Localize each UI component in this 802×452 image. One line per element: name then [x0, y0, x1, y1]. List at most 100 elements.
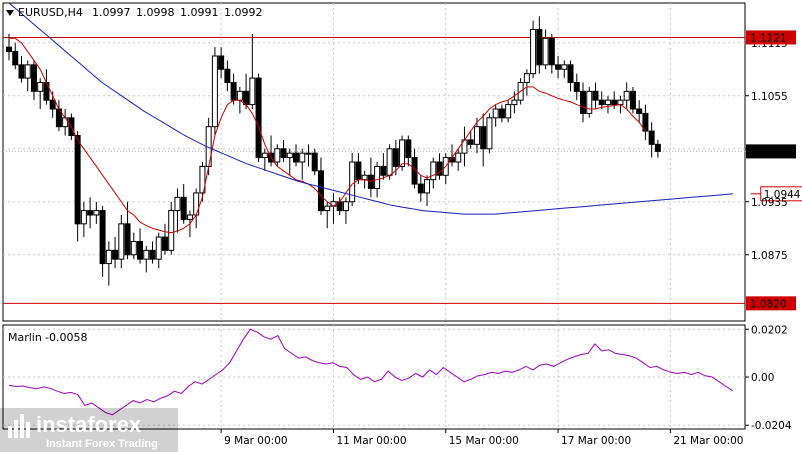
- chart-canvas: 1.0944 1.11151.10551.09951.09351.08751.1…: [0, 0, 802, 452]
- candle-body-bull: [174, 196, 181, 212]
- candle-body-bear: [99, 210, 106, 265]
- candle-body-bear: [218, 55, 225, 70]
- candle-body-bear: [255, 77, 262, 159]
- candle: [629, 86, 636, 114]
- indicator-name: Marlin: [8, 331, 42, 344]
- ohlc-close: 1.0992: [224, 6, 263, 19]
- candle-body-bear: [592, 90, 599, 101]
- candle-body-bull: [374, 165, 381, 190]
- candle-body-bear: [380, 165, 387, 176]
- ohlc-low: 1.0991: [180, 6, 219, 19]
- candle-body-bull: [523, 73, 530, 83]
- candle-body-bear: [629, 90, 636, 110]
- candle-body-bull: [249, 77, 256, 106]
- candle: [586, 86, 593, 118]
- candle-body-bear: [598, 99, 605, 106]
- candle-body-bull: [399, 139, 406, 167]
- candle-body-bull: [274, 148, 281, 163]
- candle: [486, 113, 493, 154]
- candle-body-bull: [386, 148, 393, 176]
- candle-body-bull: [505, 104, 512, 119]
- candle-body-bear: [180, 196, 187, 220]
- candle-body-bull: [430, 161, 437, 181]
- candle-body-bull: [236, 90, 243, 101]
- candle-body-bear: [392, 148, 399, 167]
- candle-body-bear: [6, 46, 12, 53]
- candle-body-bear: [405, 139, 412, 159]
- candle-body-bull: [286, 152, 293, 159]
- candle-body-bull: [211, 55, 218, 128]
- candle-body-bear: [648, 130, 655, 145]
- indicator-tick-label: 0.00: [751, 372, 774, 384]
- candle-body-bull: [604, 99, 611, 106]
- candle-body-bull: [342, 201, 349, 212]
- candle-body-bull: [361, 174, 368, 181]
- time-tick-label: 17 Mar 00:00: [561, 435, 631, 447]
- candle-body-bull: [424, 179, 431, 194]
- candle: [255, 73, 262, 162]
- candle: [530, 20, 537, 79]
- time-tick-label: 21 Mar 00:00: [673, 435, 743, 447]
- candle-body-bear: [12, 51, 19, 66]
- candle-body-bull: [24, 64, 31, 79]
- candle-body-bear: [224, 68, 231, 83]
- watermark-brand: instaforex: [36, 412, 142, 437]
- indicator-value: -0.0058: [45, 331, 87, 344]
- current-price-label: 1.0992: [750, 146, 787, 158]
- indicator-tick-label: 0.0202: [751, 324, 788, 336]
- candle-body-bear: [317, 170, 324, 212]
- candle-body-bull: [193, 192, 200, 216]
- candle-body-bull: [155, 236, 162, 260]
- level-label-lower: 1.0820: [750, 298, 787, 310]
- candle-body-bear: [567, 64, 574, 84]
- candle-body-bear: [243, 90, 250, 106]
- candle-body-bear: [124, 223, 131, 256]
- price-tick-label: 1.1055: [751, 91, 788, 103]
- candle-body-bear: [555, 64, 562, 70]
- candle-body-bull: [455, 152, 462, 163]
- candle-body-bull: [542, 37, 549, 66]
- candle-body-bear: [87, 210, 94, 216]
- candle-body-bear: [654, 143, 661, 152]
- time-tick-label: 9 Mar 00:00: [224, 435, 287, 447]
- symbol-label: EURUSD,H4: [18, 6, 83, 19]
- candle-body-bull: [168, 210, 175, 251]
- candle-body-bear: [311, 152, 318, 172]
- price-panel: [2, 2, 746, 322]
- candle-body-bull: [186, 214, 193, 220]
- candle-body-bull: [93, 210, 100, 216]
- candle-body-bull: [324, 205, 331, 212]
- candle-body-bull: [492, 108, 499, 119]
- level-label-upper: 1.1121: [750, 32, 787, 44]
- candle-body-bear: [355, 161, 362, 181]
- candle-body-bear: [573, 82, 580, 92]
- candle-body-bull: [623, 90, 630, 101]
- ohlc-high: 1.0998: [136, 6, 175, 19]
- watermark-tagline: Instant Forex Trading: [46, 438, 158, 450]
- candle-body-bear: [280, 148, 287, 159]
- candle-body-bull: [261, 152, 268, 159]
- candle-body-bull: [118, 223, 125, 260]
- candle-body-bull: [130, 241, 137, 256]
- candle-body-bear: [611, 99, 618, 106]
- time-tick-label: 11 Mar 00:00: [336, 435, 406, 447]
- candle-body-bull: [561, 64, 568, 70]
- price-tick-label: 1.0875: [751, 250, 788, 262]
- candle-body-bear: [548, 37, 555, 66]
- candle-body-bear: [536, 29, 543, 66]
- candle-body-bear: [30, 64, 37, 92]
- indicator-tick-label: -0.0204: [751, 420, 792, 432]
- ohlc-open: 1.0997: [92, 6, 131, 19]
- watermark: instaforex Instant Forex Trading: [0, 408, 178, 452]
- candle: [311, 148, 318, 176]
- candle-body-bear: [18, 64, 25, 79]
- indicator-header: Marlin -0.0058: [8, 331, 87, 344]
- candle-body-bull: [305, 152, 312, 155]
- candle-body-bear: [49, 99, 56, 110]
- candle-body-bear: [580, 90, 587, 114]
- candle-body-bull: [80, 210, 87, 225]
- candle-body-bear: [74, 135, 81, 225]
- candle-body-bear: [293, 152, 300, 163]
- candle: [211, 47, 218, 136]
- candle-body-bear: [636, 108, 643, 114]
